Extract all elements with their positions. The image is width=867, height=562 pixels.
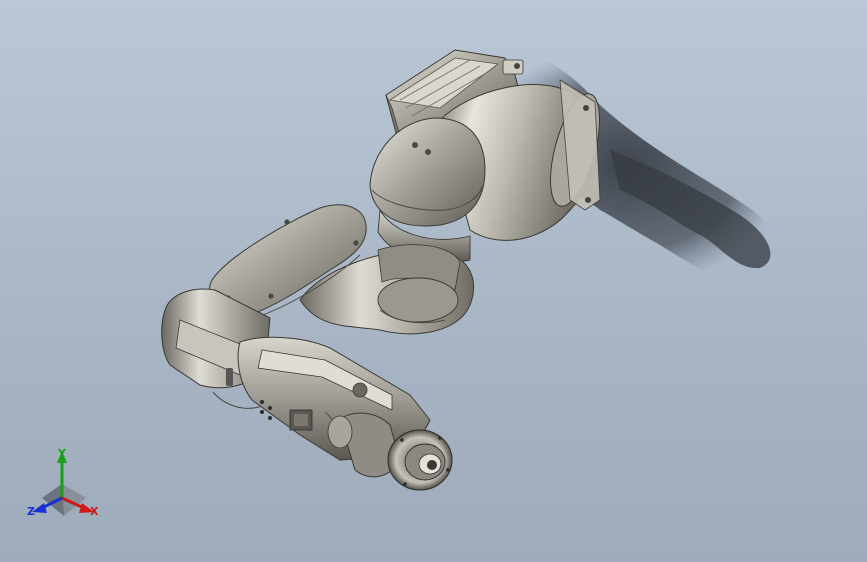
- axis-triad: Y X Z: [22, 446, 108, 526]
- graphics-viewport[interactable]: Y X Z: [0, 0, 867, 562]
- tool-flange: [387, 429, 453, 491]
- x-axis-label: X: [90, 505, 99, 518]
- z-axis-label: Z: [27, 505, 35, 518]
- robot-arm-model[interactable]: [0, 0, 867, 562]
- shoulder-joint: [369, 117, 486, 263]
- y-axis-label: Y: [58, 447, 66, 460]
